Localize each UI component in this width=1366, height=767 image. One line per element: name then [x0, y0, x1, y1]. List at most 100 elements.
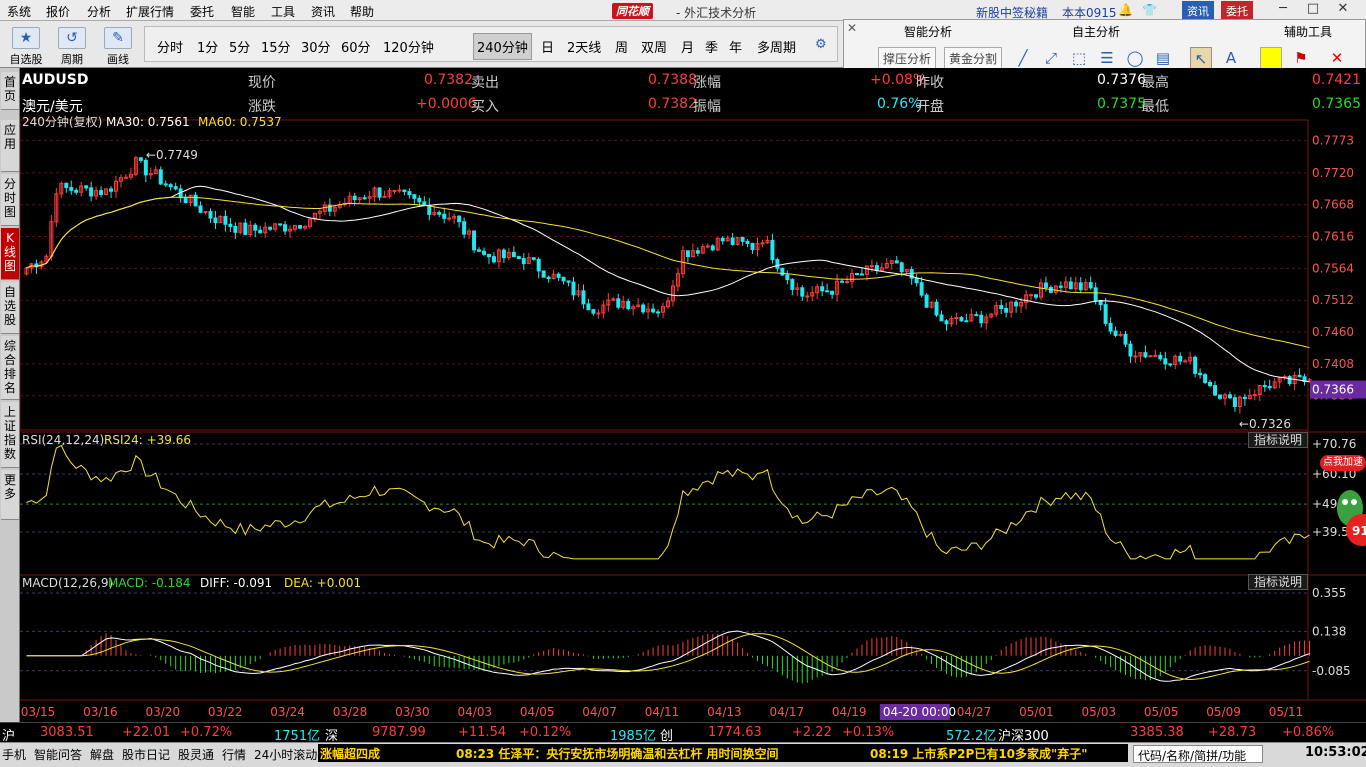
- delete-tool-icon[interactable]: ✕: [1326, 47, 1348, 69]
- period-button[interactable]: ↺ 周期: [52, 25, 92, 66]
- shirt-icon[interactable]: 👕: [1142, 3, 1157, 17]
- bell-icon[interactable]: 🔔: [1118, 3, 1133, 17]
- candle-body: [874, 265, 879, 271]
- support-resistance-button[interactable]: 撑压分析: [878, 47, 937, 69]
- period-multi[interactable]: 多周期: [757, 37, 796, 56]
- period-15m[interactable]: 15分: [261, 37, 291, 56]
- period-quarter[interactable]: 季: [705, 37, 718, 56]
- candle-body: [1183, 360, 1188, 363]
- date-label: 05/03: [1082, 705, 1117, 719]
- menu-help[interactable]: 帮助: [350, 3, 374, 20]
- menu-extended[interactable]: 扩展行情: [126, 3, 174, 20]
- news-item[interactable]: 08:19 上市系P2P已有10多家成"弃子": [870, 745, 1088, 762]
- maximize-icon[interactable]: □: [1300, 1, 1326, 19]
- candle-body: [1029, 294, 1034, 297]
- text-tool-icon[interactable]: A: [1220, 47, 1242, 69]
- macd-help-button[interactable]: 指标说明: [1248, 574, 1308, 590]
- news-item[interactable]: 08:23 任泽平：央行安抚市场明确温和去杠杆 用时间换空间: [456, 745, 779, 762]
- mascot-icon[interactable]: 91: [1330, 480, 1366, 550]
- candle-body: [472, 230, 477, 251]
- period-1m[interactable]: 1分: [197, 37, 218, 56]
- golden-ratio-button[interactable]: 黄金分割: [944, 47, 1003, 69]
- watchlist-button[interactable]: ★ 自选股: [6, 25, 46, 66]
- candle-body: [447, 217, 452, 220]
- qa-link[interactable]: 智能问答: [34, 746, 82, 763]
- kline-chart[interactable]: 0.7773 0.7720 0.7668 0.7616 0.7564 0.7512 0.74…: [20, 68, 1366, 742]
- ellipse-tool-icon[interactable]: ◯: [1124, 47, 1146, 69]
- period-legend: 240分钟(复权): [22, 114, 102, 129]
- menu-tools[interactable]: 工具: [271, 3, 295, 20]
- tab-intraday[interactable]: 分时图: [1, 174, 19, 226]
- chart-area[interactable]: AUDUSD 澳元/美元 现价 0.7382 卖出 0.7388 涨幅 +0.0…: [20, 68, 1366, 742]
- cursor-tool-icon[interactable]: ↖: [1190, 47, 1212, 69]
- period-2day[interactable]: 2天线: [567, 37, 601, 56]
- tab-more[interactable]: 更多: [1, 470, 19, 520]
- mobile-link[interactable]: 手机: [2, 746, 26, 763]
- candle-body: [1034, 294, 1038, 298]
- period-week[interactable]: 周: [615, 37, 628, 56]
- period-60m[interactable]: 60分: [341, 37, 371, 56]
- menu-news[interactable]: 资讯: [311, 3, 335, 20]
- tab-sh-index[interactable]: 上证指数: [1, 402, 19, 468]
- tab-ranking[interactable]: 综合排名: [1, 336, 19, 400]
- fib-tool-icon[interactable]: ▤: [1152, 47, 1174, 69]
- period-biweek[interactable]: 双周: [641, 37, 667, 56]
- period-30m[interactable]: 30分: [301, 37, 331, 56]
- news-ticker[interactable]: 涨幅超四成 08:23 任泽平：央行安抚市场明确温和去杠杆 用时间换空间 08:…: [318, 744, 1128, 762]
- tab-kline[interactable]: K线图: [1, 228, 19, 280]
- period-240m[interactable]: 240分钟: [473, 33, 532, 60]
- color-picker-icon[interactable]: [1260, 47, 1282, 69]
- menu-system[interactable]: 系统: [7, 3, 31, 20]
- dea-value: DEA: +0.001: [284, 576, 361, 590]
- analysis-link[interactable]: 解盘: [90, 746, 114, 763]
- candle-body: [1218, 394, 1222, 399]
- news-button[interactable]: 资讯: [1182, 1, 1214, 19]
- price-tick-label: 0.7720: [1312, 166, 1354, 180]
- diary-link[interactable]: 股市日记: [122, 746, 170, 763]
- period-month[interactable]: 月: [681, 37, 694, 56]
- hs-change: +28.73: [1208, 725, 1257, 740]
- period-120m[interactable]: 120分钟: [383, 37, 434, 56]
- draw-button[interactable]: ✎ 画线: [98, 25, 138, 66]
- channel-tool-icon[interactable]: ☰: [1096, 47, 1118, 69]
- macd-tick-label: -0.085: [1312, 664, 1351, 678]
- close-icon[interactable]: ✕: [1330, 1, 1356, 19]
- menu-quote[interactable]: 报价: [46, 3, 70, 20]
- tab-apps[interactable]: 应用: [1, 120, 19, 172]
- trade-button[interactable]: 委托: [1221, 1, 1253, 19]
- tab-home[interactable]: 首页: [1, 72, 19, 110]
- news-item[interactable]: 涨幅超四成: [320, 745, 380, 762]
- line-tool-icon[interactable]: ╱: [1012, 47, 1034, 69]
- gulingtong-link[interactable]: 股灵通: [178, 746, 214, 763]
- tab-watchlist[interactable]: 自选股: [1, 282, 19, 334]
- gear-icon[interactable]: ⚙: [815, 37, 827, 52]
- date-label: 05/09: [1206, 705, 1241, 719]
- sz-percent: +0.12%: [519, 725, 572, 740]
- search-input[interactable]: 代码/名称/简拼/功能: [1133, 745, 1263, 763]
- menu-analysis[interactable]: 分析: [87, 3, 111, 20]
- segment-tool-icon[interactable]: ⤢: [1040, 47, 1062, 69]
- candle-body: [1267, 385, 1272, 389]
- rolling-news-link[interactable]: 24小时滚动: [254, 746, 317, 763]
- window-title: - 外汇技术分析: [676, 6, 757, 20]
- price-tick-label: 0.7564: [1312, 261, 1354, 275]
- candle-body: [720, 237, 725, 242]
- minimize-icon[interactable]: ─: [1270, 1, 1296, 19]
- rsi-help-button[interactable]: 指标说明: [1248, 432, 1308, 448]
- period-day[interactable]: 日: [541, 37, 554, 56]
- market-link[interactable]: 行情: [222, 746, 246, 763]
- period-tick[interactable]: 分时: [157, 37, 183, 56]
- ma60-legend: MA60: 0.7537: [198, 115, 282, 129]
- candle-body: [1014, 301, 1019, 307]
- speedup-badge[interactable]: 点我加速: [1320, 455, 1366, 471]
- menu-trade[interactable]: 委托: [190, 3, 214, 20]
- period-year[interactable]: 年: [729, 37, 742, 56]
- rect-tool-icon[interactable]: ⬚: [1068, 47, 1090, 69]
- date-label: 03/15: [21, 705, 56, 719]
- date-label: 04/27: [957, 705, 992, 719]
- close-panel-icon[interactable]: ✕: [847, 21, 857, 35]
- candle-body: [1093, 287, 1098, 302]
- bookmark-icon[interactable]: ⚑: [1290, 47, 1312, 69]
- menu-smart[interactable]: 智能: [231, 3, 255, 20]
- period-5m[interactable]: 5分: [229, 37, 250, 56]
